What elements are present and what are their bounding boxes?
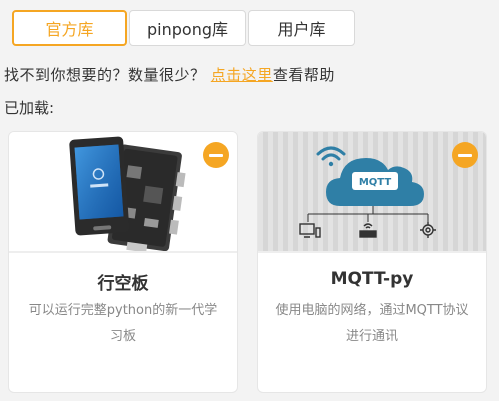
card-title: 行空板 [97, 274, 149, 294]
mqtt-cloud-label: MQTT [359, 177, 392, 188]
loaded-label: 已加载: [4, 99, 55, 117]
remove-icon[interactable] [203, 142, 229, 168]
card-description: 可以运行完整python的新一代学习板 [28, 303, 218, 344]
help-line: 找不到你想要的？数量很少？ 点击这里查看帮助 [4, 64, 335, 85]
help-link[interactable]: 点击这里 [211, 66, 273, 84]
card-title: MQTT-py [330, 269, 414, 289]
extension-card-mqtt[interactable]: MQTT MQTT-py 使用电脑的网络，通过MQTT协议进行通讯 [257, 131, 487, 393]
help-suffix: 查看帮助 [272, 66, 335, 84]
extension-card-unihiker[interactable]: 行空板 可以运行完整python的新一代学习板 [8, 131, 238, 393]
tab-user-library[interactable]: 用户库 [248, 10, 355, 46]
remove-icon[interactable] [452, 142, 478, 168]
card-description: 使用电脑的网络，通过MQTT协议进行通讯 [275, 303, 469, 344]
help-question: 找不到你想要的？数量很少？ [4, 66, 206, 84]
tab-pinpong-library[interactable]: pinpong库 [129, 10, 246, 46]
tab-official-library[interactable]: 官方库 [12, 10, 127, 46]
library-tabs: 官方库 pinpong库 用户库 [12, 10, 357, 46]
